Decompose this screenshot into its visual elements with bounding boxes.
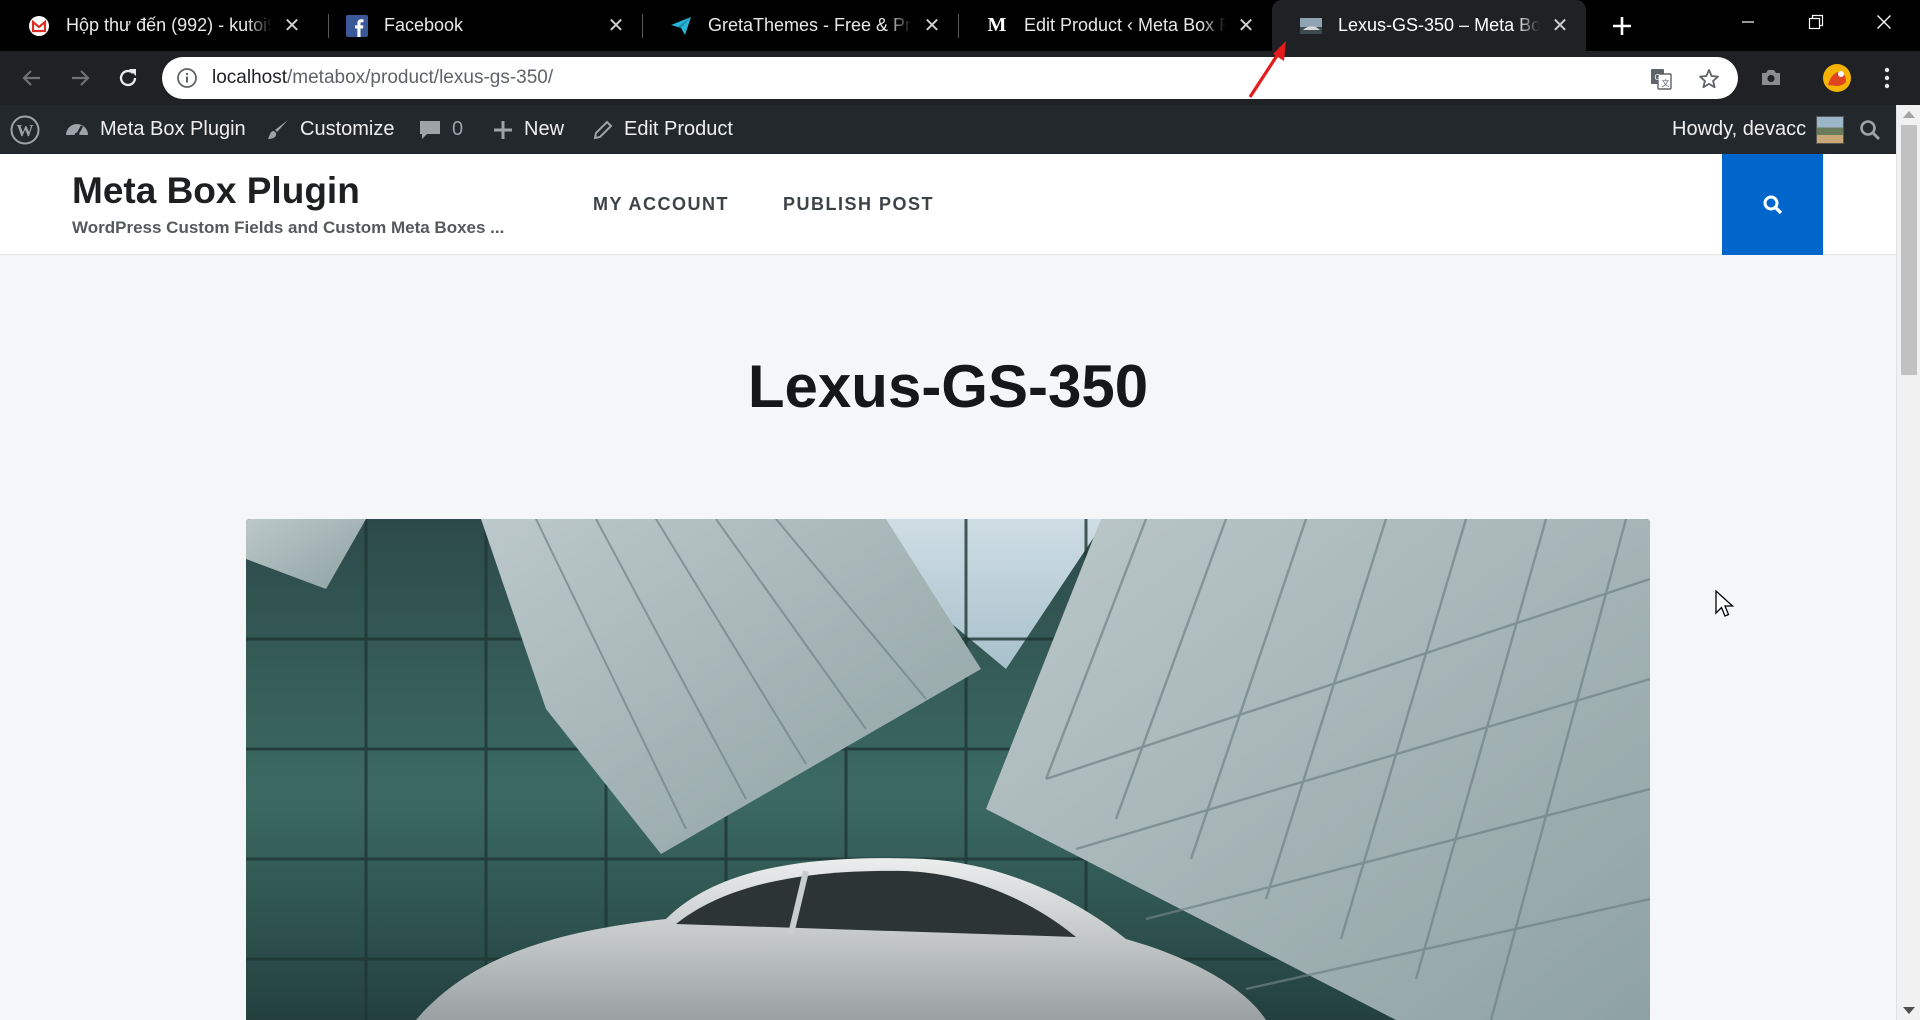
svg-text:文: 文	[1662, 78, 1670, 88]
reload-button[interactable]	[110, 60, 146, 96]
page-thumb-icon	[1300, 15, 1322, 37]
wordpress-logo-button[interactable]: W	[10, 105, 40, 154]
dashboard-icon	[64, 117, 90, 143]
back-button[interactable]	[14, 60, 50, 96]
url-text: localhost/metabox/product/lexus-gs-350/	[212, 67, 553, 89]
new-label: New	[524, 118, 565, 140]
tab-title: GretaThemes - Free & Premium WordPress T…	[708, 15, 912, 35]
customize-link[interactable]: Customize	[266, 105, 394, 154]
tab-lexus-gs-350[interactable]: Lexus-GS-350 – Meta Box Plugin ✕	[1272, 0, 1586, 51]
edit-product-link[interactable]: Edit Product	[592, 105, 733, 154]
site-header: Meta Box Plugin WordPress Custom Fields …	[0, 154, 1896, 255]
close-window-button[interactable]	[1850, 0, 1918, 44]
tab-gmail[interactable]: Hộp thư đến (992) - kutoi94@gmail.com ✕	[0, 0, 318, 51]
admin-search-button[interactable]	[1858, 105, 1882, 154]
more-menu-icon[interactable]	[1872, 63, 1902, 93]
gmail-icon	[28, 15, 50, 37]
comments-link[interactable]: 0	[418, 105, 463, 154]
address-bar[interactable]: localhost/metabox/product/lexus-gs-350/ …	[162, 57, 1738, 99]
close-tab-icon[interactable]: ✕	[280, 14, 304, 38]
scroll-up-icon[interactable]	[1903, 111, 1915, 118]
site-name-label: Meta Box Plugin	[100, 118, 246, 140]
scrollbar-thumb[interactable]	[1901, 125, 1917, 375]
info-icon[interactable]	[176, 67, 198, 89]
wordpress-icon: W	[10, 115, 40, 144]
edit-product-label: Edit Product	[624, 118, 733, 140]
svg-text:G: G	[1655, 73, 1661, 82]
site-title[interactable]: Meta Box Plugin	[72, 170, 360, 212]
post-title: Lexus-GS-350	[747, 353, 1149, 420]
minimize-button[interactable]	[1714, 0, 1782, 44]
facebook-icon	[346, 14, 368, 37]
pencil-icon	[592, 119, 614, 141]
browser-toolbar: localhost/metabox/product/lexus-gs-350/ …	[0, 41, 1920, 105]
restore-button[interactable]	[1782, 0, 1850, 44]
menu-item-publish-post[interactable]: PUBLISH POST	[783, 194, 934, 215]
avatar	[1816, 115, 1845, 144]
close-icon	[1877, 15, 1891, 29]
url-path: /metabox/product/lexus-gs-350/	[287, 67, 554, 88]
menu-item-my-account[interactable]: MY ACCOUNT	[593, 194, 729, 215]
tab-gretathemes[interactable]: GretaThemes - Free & Premium WordPress T…	[642, 0, 958, 51]
search-icon	[1860, 119, 1881, 140]
comments-count: 0	[452, 118, 464, 140]
plus-icon	[1613, 17, 1631, 35]
howdy-label: Howdy, devacc	[1672, 118, 1807, 140]
tab-title: Facebook	[384, 15, 464, 35]
brush-icon	[266, 118, 290, 142]
search-icon	[1763, 195, 1782, 214]
svg-text:W: W	[17, 121, 34, 140]
my-account-link[interactable]: Howdy, devacc	[1672, 105, 1845, 154]
header-search-button[interactable]	[1722, 154, 1823, 255]
profile-avatar[interactable]	[1822, 63, 1852, 93]
url-host: localhost	[212, 67, 287, 88]
mouse-cursor	[1715, 590, 1735, 617]
tab-title: Hộp thư đến (992) - kutoi94@gmail.com	[66, 15, 272, 35]
scroll-down-icon[interactable]	[1903, 1007, 1915, 1014]
lexus-photo	[246, 519, 1650, 1020]
translate-icon[interactable]: G文	[1650, 68, 1672, 90]
tab-title: Edit Product ‹ Meta Box Plugin — WordPre…	[1024, 15, 1226, 35]
vertical-scrollbar[interactable]	[1896, 105, 1920, 1020]
tab-facebook[interactable]: Facebook ✕	[318, 0, 642, 51]
restore-icon	[1808, 14, 1824, 30]
wp-admin-bar: W Meta Box Plugin Customize 0 New Edit P…	[0, 105, 1920, 154]
arrow-right-icon	[72, 70, 90, 86]
close-tab-icon[interactable]: ✕	[604, 14, 628, 38]
metabox-icon: M	[987, 14, 1007, 36]
site-name-link[interactable]: Meta Box Plugin	[64, 105, 246, 154]
gretathemes-icon	[670, 15, 692, 37]
arrow-left-icon	[22, 70, 40, 86]
browser-tab-strip: Hộp thư đến (992) - kutoi94@gmail.com ✕ …	[0, 0, 1920, 51]
new-tab-button[interactable]	[1604, 8, 1640, 44]
site-tagline: WordPress Custom Fields and Custom Meta …	[72, 218, 505, 237]
featured-image	[246, 519, 1650, 1020]
star-icon[interactable]	[1698, 68, 1720, 90]
tab-edit-product[interactable]: M Edit Product ‹ Meta Box Plugin — WordP…	[958, 0, 1272, 51]
new-content-link[interactable]: New	[492, 105, 564, 154]
close-tab-icon[interactable]: ✕	[920, 14, 944, 38]
forward-button[interactable]	[62, 60, 98, 96]
camera-extension-icon[interactable]	[1756, 63, 1786, 93]
plus-icon	[492, 119, 514, 141]
tab-title: Lexus-GS-350 – Meta Box Plugin	[1338, 15, 1540, 35]
customize-label: Customize	[300, 118, 395, 140]
close-tab-icon[interactable]: ✕	[1234, 14, 1258, 38]
annotation-arrow	[1248, 41, 1286, 98]
close-tab-icon[interactable]: ✕	[1548, 14, 1572, 38]
reload-icon	[119, 69, 137, 87]
minimize-icon	[1742, 21, 1754, 23]
comment-icon	[418, 118, 442, 142]
